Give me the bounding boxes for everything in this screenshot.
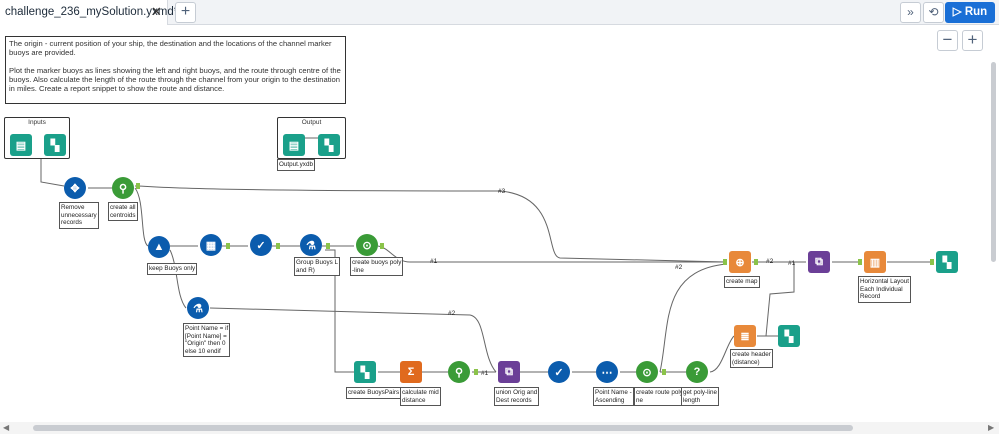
- sort-icon[interactable]: ⋯: [596, 361, 618, 383]
- scroll-left-icon[interactable]: ◀: [3, 423, 9, 432]
- formula-flask-icon[interactable]: ⚗: [300, 234, 322, 256]
- close-icon[interactable]: ✕: [151, 4, 162, 20]
- sample-icon[interactable]: ✓: [548, 361, 570, 383]
- spatial-centroid-icon[interactable]: ⚲: [448, 361, 470, 383]
- union-icon[interactable]: ⧉: [808, 251, 830, 273]
- history-icon[interactable]: ⟲: [923, 2, 944, 23]
- summarize-sigma-icon[interactable]: Σ: [400, 361, 422, 383]
- poly-build-icon[interactable]: ⊙: [356, 234, 378, 256]
- expand-icon[interactable]: »: [900, 2, 921, 23]
- container-title: Inputs: [28, 119, 46, 126]
- tool-label: keep Buoys only: [147, 263, 198, 275]
- tool-label: create all centroids: [108, 202, 138, 221]
- wire-label: #2: [675, 264, 683, 271]
- tool-label: get poly-line length: [681, 387, 719, 406]
- tool-label: create route poly- ne: [634, 387, 688, 406]
- add-tab-button[interactable]: +: [175, 2, 196, 23]
- output-anchor[interactable]: [276, 243, 280, 249]
- union-icon[interactable]: ⧉: [498, 361, 520, 383]
- container-title: Output: [301, 119, 322, 126]
- wire: [169, 249, 187, 309]
- formula-flask-icon[interactable]: ⚗: [187, 297, 209, 319]
- scroll-right-icon[interactable]: ▶: [988, 423, 994, 432]
- wire-label: #2: [448, 310, 456, 317]
- select-arrows-icon[interactable]: ✥: [64, 177, 86, 199]
- output-anchor[interactable]: [380, 243, 384, 249]
- output-anchor[interactable]: [474, 369, 478, 375]
- input-anchor[interactable]: [858, 259, 862, 265]
- wire-label: #1: [481, 370, 489, 377]
- output-data-icon[interactable]: ▤: [283, 134, 305, 156]
- run-button[interactable]: ▷ Run: [945, 2, 995, 23]
- output-anchor[interactable]: [326, 243, 330, 249]
- wire-label: #2: [766, 258, 774, 265]
- browse-binoculars-icon[interactable]: ▚: [354, 361, 376, 383]
- workflow-comment[interactable]: The origin - current position of your sh…: [5, 36, 346, 104]
- tool-label: Output.yxdb: [277, 159, 315, 171]
- horizontal-scrollbar[interactable]: ◀ ▶: [0, 422, 999, 434]
- tool-label: Horizontal Layout Each Individual Record: [858, 276, 912, 303]
- output-anchor[interactable]: [136, 183, 140, 189]
- wire-label: #1: [788, 260, 796, 267]
- wire-label: #3: [498, 188, 506, 195]
- tool-label: create header (distance): [730, 349, 773, 368]
- tool-label: Point Name - Ascending: [593, 387, 634, 406]
- browse-binoculars-icon[interactable]: ▚: [318, 134, 340, 156]
- tool-label: create BuoysPairs: [346, 387, 402, 399]
- wire: [659, 263, 727, 373]
- question-icon[interactable]: ?: [686, 361, 708, 383]
- wire: [134, 185, 727, 263]
- report-text-icon[interactable]: ≣: [734, 325, 756, 347]
- browse-binoculars-icon[interactable]: ▚: [44, 134, 66, 156]
- tool-label: calculate mid distance: [400, 387, 441, 406]
- output-anchor[interactable]: [662, 369, 666, 375]
- tool-label: union Orig and Dest records: [494, 387, 540, 406]
- tool-label: Remove unnecessary records: [59, 202, 99, 229]
- data-cleansing-icon[interactable]: ▦: [200, 234, 222, 256]
- input-data-icon[interactable]: ▤: [10, 134, 32, 156]
- input-anchor[interactable]: [930, 259, 934, 265]
- tool-label: create map: [724, 276, 760, 288]
- output-anchor[interactable]: [226, 243, 230, 249]
- browse-binoculars-icon[interactable]: ▚: [778, 325, 800, 347]
- tab-bar: challenge_236_mySolution.yxmd* ✕ + » ⟲ ▷…: [0, 0, 999, 25]
- filter-icon[interactable]: ▲: [148, 236, 170, 258]
- wire-label: #1: [430, 258, 438, 265]
- tab-workflow[interactable]: challenge_236_mySolution.yxmd* ✕: [0, 0, 178, 25]
- output-anchor[interactable]: [754, 259, 758, 265]
- wire: [40, 158, 65, 187]
- report-map-icon[interactable]: ⊕: [729, 251, 751, 273]
- spatial-centroid-icon[interactable]: ⚲: [112, 177, 134, 199]
- tool-label: Group Buoys L and R): [294, 257, 341, 276]
- horizontal-scroll-thumb[interactable]: [33, 425, 853, 431]
- sample-icon[interactable]: ✓: [250, 234, 272, 256]
- layout-icon[interactable]: ▥: [864, 251, 886, 273]
- poly-build-icon[interactable]: ⊙: [636, 361, 658, 383]
- browse-binoculars-icon[interactable]: ▚: [936, 251, 958, 273]
- tool-label: Point Name = if [Point Name] = "Origin" …: [183, 323, 231, 357]
- workflow-canvas[interactable]: − + The origin - current position of you…: [0, 26, 999, 422]
- input-anchor[interactable]: [723, 259, 727, 265]
- tool-label: create buoys poly -line: [350, 257, 404, 276]
